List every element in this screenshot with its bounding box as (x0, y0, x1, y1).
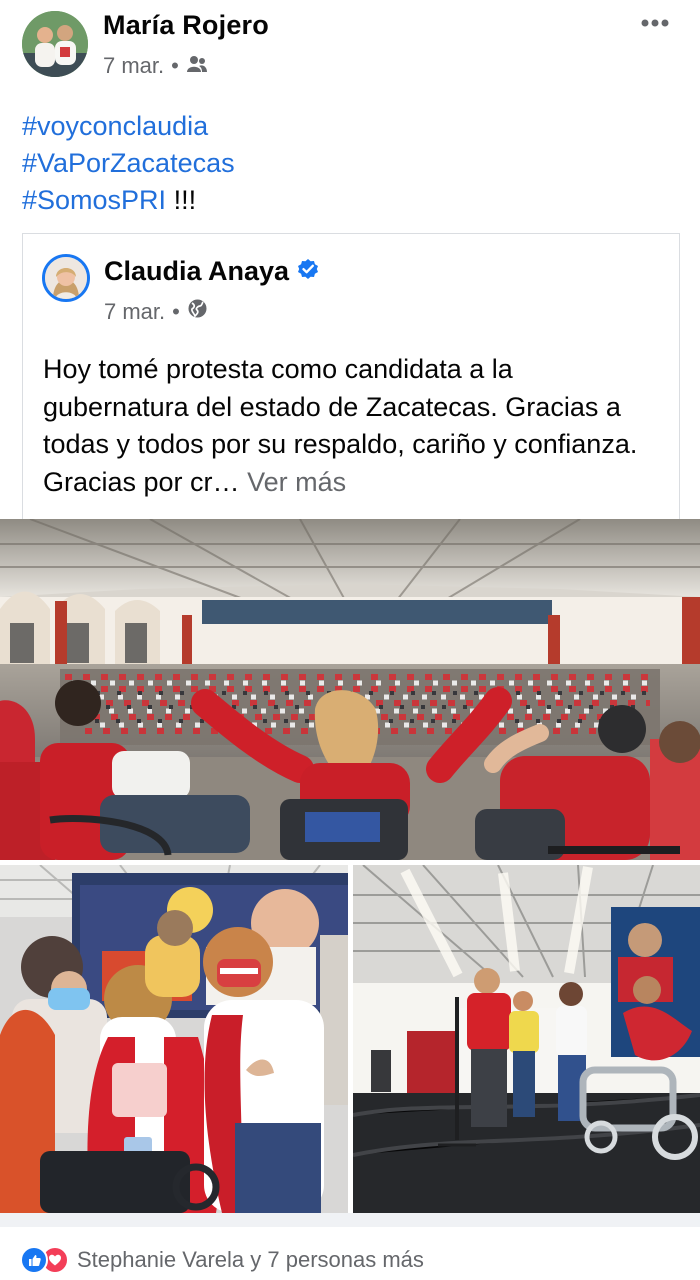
like-icon (20, 1246, 48, 1274)
globe-icon (187, 298, 208, 325)
shared-post-card[interactable]: Claudia Anaya 7 mar. • Hoy tomé protesta… (22, 233, 680, 519)
shared-author-avatar[interactable] (42, 254, 90, 302)
author-name[interactable]: María Rojero (103, 10, 269, 41)
shared-author-name[interactable]: Claudia Anaya (104, 256, 289, 287)
reaction-summary-text: Stephanie Varela y 7 personas más (77, 1247, 424, 1272)
reaction-icons (20, 1246, 69, 1274)
stage-photo-right[interactable] (353, 865, 700, 1213)
hashtag-link[interactable]: #VaPorZacatecas (22, 148, 235, 178)
meta-separator: • (172, 298, 180, 324)
verified-badge-icon (297, 256, 319, 287)
hashtag-link[interactable]: #SomosPRI (22, 185, 166, 215)
post-date[interactable]: 7 mar. (103, 53, 164, 79)
shared-date[interactable]: 7 mar. (104, 299, 165, 325)
reaction-summary[interactable]: Stephanie Varela y 7 personas más (20, 1240, 424, 1280)
see-more-link[interactable]: Ver más (247, 467, 346, 497)
shared-author[interactable]: Claudia Anaya (104, 256, 319, 287)
hashtag-link[interactable]: #voyconclaudia (22, 111, 208, 141)
friends-icon (186, 53, 208, 79)
section-divider (0, 1213, 700, 1227)
meta-separator: • (171, 53, 179, 78)
shared-meta: 7 mar. • (104, 298, 208, 325)
shared-post-text: Hoy tomé protesta como candidata a la gu… (43, 351, 663, 501)
more-options-icon[interactable] (640, 16, 670, 30)
post-header: María Rojero 7 mar. • (0, 0, 700, 100)
group-photo-left[interactable] (0, 865, 348, 1213)
author-avatar[interactable] (22, 11, 88, 77)
post-meta: 7 mar. • (103, 53, 208, 79)
main-event-photo[interactable] (0, 519, 700, 860)
hashtag-suffix: !!! (166, 185, 197, 215)
post-hashtags: #voyconclaudia #VaPorZacatecas #SomosPRI… (22, 108, 235, 219)
